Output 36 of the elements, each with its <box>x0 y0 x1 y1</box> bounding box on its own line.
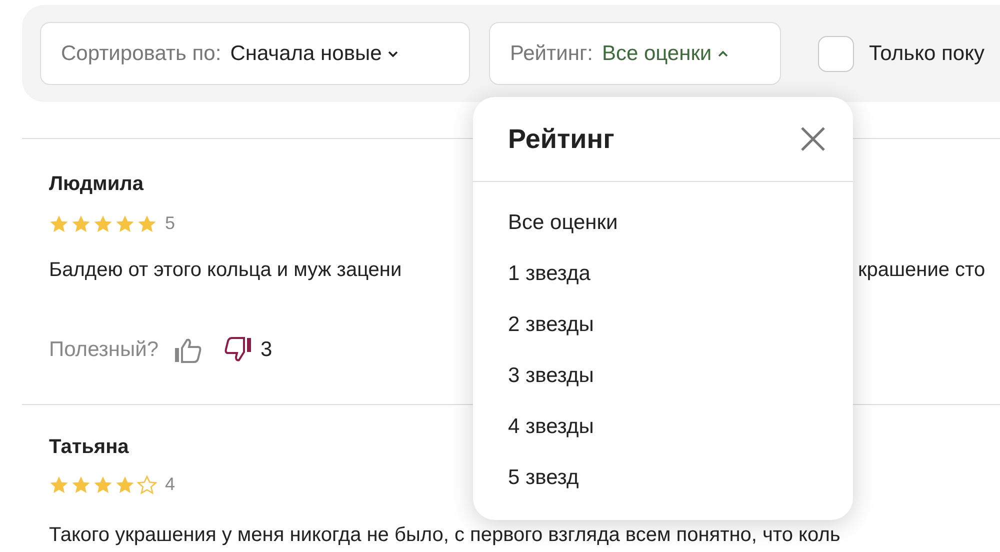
star-icon <box>115 474 135 494</box>
popup-title: Рейтинг <box>508 122 614 156</box>
close-button[interactable] <box>800 126 826 152</box>
star-icon <box>137 214 157 234</box>
rating-option[interactable]: 1 звезда <box>508 261 590 287</box>
star-icon <box>49 474 69 494</box>
reviewer-name: Людмила <box>49 172 145 196</box>
sort-dropdown[interactable]: Сортировать по: Сначала новые <box>40 22 470 85</box>
rating-option[interactable]: Все оценки <box>508 210 618 236</box>
rating-option[interactable]: 4 звезды <box>508 414 594 440</box>
rating-dropdown[interactable]: Рейтинг: Все оценки <box>489 22 781 85</box>
caret-icon <box>716 48 729 58</box>
rating-option[interactable]: 2 звезды <box>508 312 594 338</box>
thumbs-up-icon[interactable] <box>172 336 203 363</box>
reviewer-name: Татьяна <box>49 435 130 459</box>
thumbs-down-icon[interactable] <box>222 336 253 363</box>
rating-value: 5 <box>165 212 176 235</box>
review-text: Такого украшения у меня никогда не было, с первого взгляда всем понятно, что коль <box>49 524 842 547</box>
empty-star-icon <box>137 474 157 494</box>
checkbox-label: Только поку <box>869 40 985 67</box>
rating-value: 4 <box>165 473 176 496</box>
star-icon <box>71 474 91 494</box>
star-icon <box>93 474 113 494</box>
star-icon <box>93 214 113 234</box>
checkbox[interactable] <box>818 36 854 72</box>
dislike-count: 3 <box>260 337 272 363</box>
helpful-label: Полезный? <box>49 337 159 363</box>
star-icon <box>115 214 135 234</box>
close-icon <box>800 126 826 152</box>
review-text: Балдею от этого кольца и муж зацени <box>49 258 403 282</box>
star-icon <box>71 214 91 234</box>
review-text: крашение сто <box>858 258 986 282</box>
rating-option[interactable]: 5 звезд <box>508 465 579 491</box>
caret-icon <box>386 48 399 58</box>
star-icon <box>49 214 69 234</box>
rating-option[interactable]: 3 звезды <box>508 363 594 389</box>
